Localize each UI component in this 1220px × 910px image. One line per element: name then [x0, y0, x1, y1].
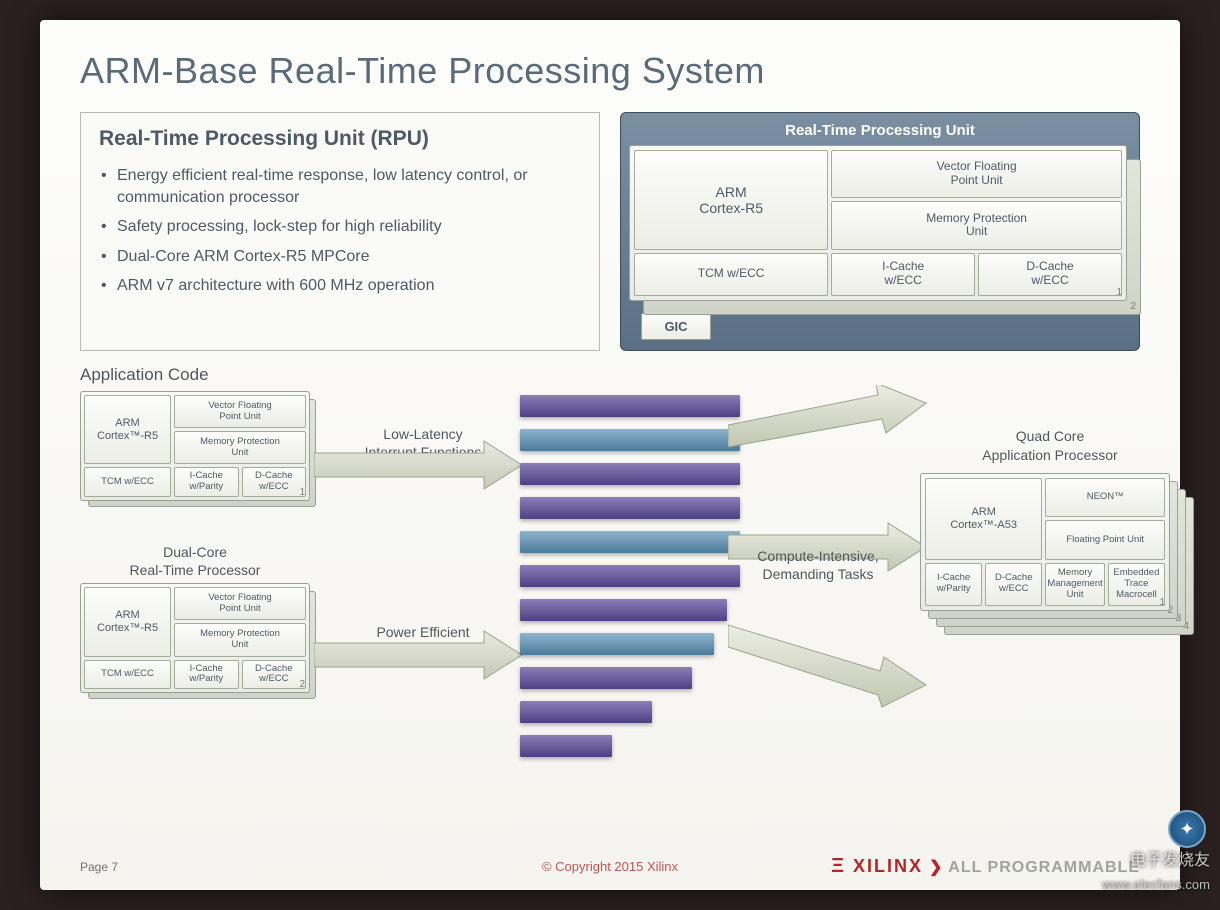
icache-cell: I-Cachew/Parity [174, 467, 238, 497]
dcache-cell: D-Cachew/ECC [242, 660, 306, 690]
mini-core-bottom-wrap: Dual-CoreReal-Time Processor ARMCortex™-… [80, 543, 310, 693]
xilinx-logo: Ξ XILINX ❯ ALL PROGRAMMABLE [831, 855, 1140, 878]
power-efficient-label: Power EfficientOff-Load Functions [348, 623, 498, 659]
dcache-cell: D-Cachew/ECC [985, 563, 1042, 606]
rpu-bullet: Dual-Core ARM Cortex-R5 MPCore [99, 242, 581, 272]
compute-intensive-label: Compute-Intensive,Demanding Tasks [728, 547, 908, 583]
slide-title: ARM-Base Real-Time Processing System [80, 50, 1140, 92]
bar [520, 633, 714, 655]
footer: Page 7 © Copyright 2015 Xilinx Ξ XILINX … [80, 855, 1140, 878]
tcm-cell: TCM w/ECC [634, 253, 828, 296]
etm-cell: EmbeddedTraceMacrocell [1108, 563, 1165, 606]
rpu-bullet: ARM v7 architecture with 600 MHz operati… [99, 271, 581, 301]
core-number: 2 [299, 679, 305, 690]
bar [520, 463, 740, 485]
lower-flow: Application Code ARMCortex™-R5 Vector Fl… [80, 365, 1140, 835]
rtpu-core-card: ARMCortex-R5 Vector FloatingPoint Unit M… [629, 145, 1127, 301]
watermark-url: www.elecfans.com [1102, 877, 1210, 892]
upper-row: Real-Time Processing Unit (RPU) Energy e… [80, 112, 1140, 351]
mini-core-bottom: ARMCortex™-R5 Vector FloatingPoint Unit … [80, 583, 310, 693]
vfpu-cell: Vector FloatingPoint Unit [174, 587, 306, 620]
rpu-heading: Real-Time Processing Unit (RPU) [99, 127, 581, 151]
cpu-cell: ARMCortex-R5 [634, 150, 828, 250]
neon-cell: NEON™ [1045, 478, 1165, 517]
dcache-cell: D-Cachew/ECC [242, 467, 306, 497]
mpu-cell: Memory ProtectionUnit [831, 201, 1122, 249]
icache-cell: I-Cachew/Parity [925, 563, 982, 606]
copyright: © Copyright 2015 Xilinx [542, 859, 678, 874]
dual-core-label: Dual-CoreReal-Time Processor [80, 543, 310, 579]
bar [520, 599, 727, 621]
rpu-bullet: Energy efficient real-time response, low… [99, 161, 581, 212]
bar [520, 429, 740, 451]
cpu-cell: ARMCortex™-R5 [84, 395, 171, 464]
mmu-cell: MemoryManagementUnit [1045, 563, 1104, 606]
tcm-cell: TCM w/ECC [84, 467, 171, 497]
core-number: 1 [1159, 597, 1165, 608]
task-bars [520, 395, 740, 769]
mini-core-top: ARMCortex™-R5 Vector FloatingPoint Unit … [80, 391, 310, 501]
tagline: ❯ ALL PROGRAMMABLE [929, 857, 1140, 877]
bar [520, 701, 652, 723]
bar [520, 735, 612, 757]
bar [520, 667, 692, 689]
quad-core-block: 4 3 2 ARMCortex™-A53 NEON™ Floating Poin… [920, 473, 1170, 611]
rtpu-core-stack: 2 ARMCortex-R5 Vector FloatingPoint Unit… [629, 145, 1131, 305]
page-number: Page 7 [80, 860, 118, 874]
bar [520, 531, 740, 553]
icache-cell: I-Cachew/Parity [174, 660, 238, 690]
core-number: 1 [299, 487, 305, 498]
cpu-cell: ARMCortex™-R5 [84, 587, 171, 656]
watermark-logo-icon: ✦ [1168, 810, 1206, 848]
slide: ARM-Base Real-Time Processing System Rea… [40, 20, 1180, 890]
mpu-cell: Memory ProtectionUnit [174, 623, 306, 656]
cpu-cell: ARMCortex™-A53 [925, 478, 1042, 560]
mpu-cell: Memory ProtectionUnit [174, 431, 306, 464]
dcache-cell: D-Cachew/ECC [978, 253, 1122, 296]
rpu-text-box: Real-Time Processing Unit (RPU) Energy e… [80, 112, 600, 351]
xilinx-logo-icon: Ξ XILINX [831, 855, 923, 878]
quad-core-label: Quad CoreApplication Processor [940, 427, 1160, 465]
quad-core-card: ARMCortex™-A53 NEON™ Floating Point Unit… [920, 473, 1170, 611]
bar [520, 395, 740, 417]
vfpu-cell: Vector FloatingPoint Unit [831, 150, 1122, 198]
core-number: 1 [1116, 287, 1122, 298]
rtpu-title: Real-Time Processing Unit [629, 119, 1131, 145]
rtpu-diagram: Real-Time Processing Unit 2 ARMCortex-R5… [620, 112, 1140, 351]
application-code-label: Application Code [80, 365, 209, 385]
vfpu-cell: Vector FloatingPoint Unit [174, 395, 306, 428]
low-latency-label: Low-LatencyInterrupt Functions [348, 425, 498, 461]
gic-block: GIC [641, 313, 711, 340]
bar [520, 565, 740, 587]
rpu-bullet: Safety processing, lock-step for high re… [99, 212, 581, 242]
fpu-cell: Floating Point Unit [1045, 520, 1165, 559]
watermark-cn: 电子发烧友 [1130, 846, 1210, 870]
icache-cell: I-Cachew/ECC [831, 253, 975, 296]
rpu-bullets: Energy efficient real-time response, low… [99, 161, 581, 301]
bar [520, 497, 740, 519]
core-number: 2 [1130, 301, 1136, 312]
tcm-cell: TCM w/ECC [84, 660, 171, 690]
rtpu-outer: Real-Time Processing Unit 2 ARMCortex-R5… [620, 112, 1140, 351]
